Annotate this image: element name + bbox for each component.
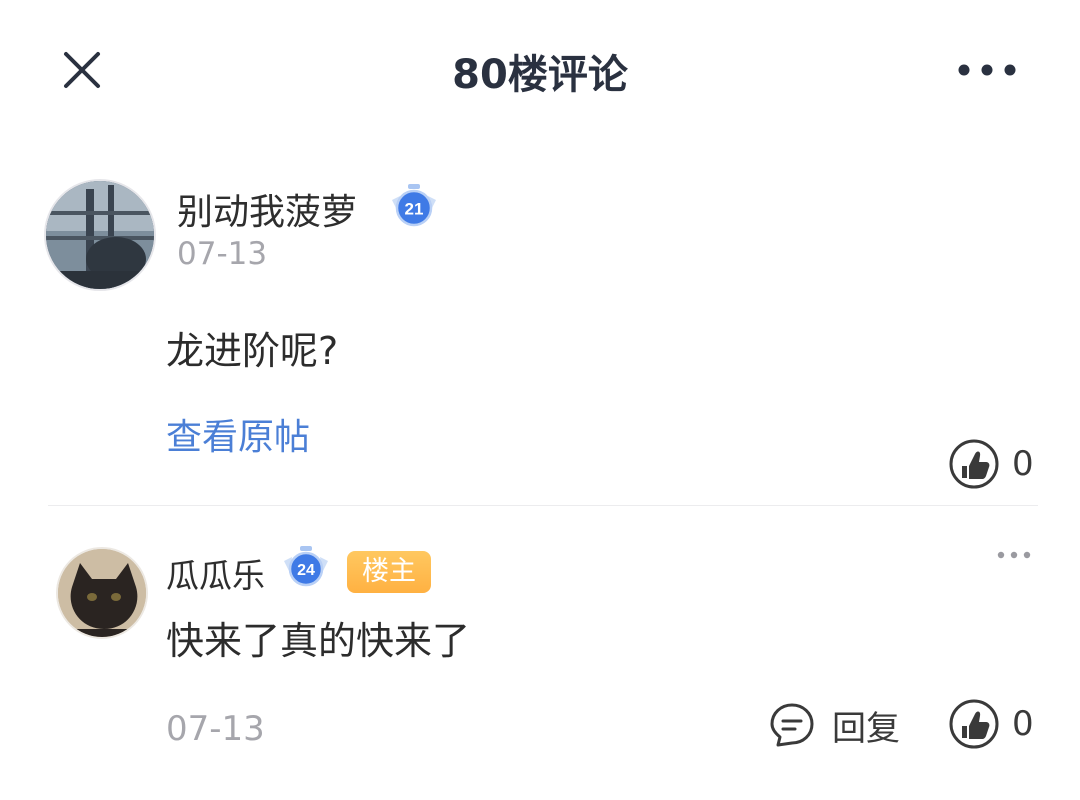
more-horizontal-icon <box>997 551 1031 559</box>
like-count: 0 <box>1012 704 1034 744</box>
comment-icon <box>770 703 814 747</box>
thumbs-up-icon <box>949 439 999 489</box>
timestamp: 07-13 <box>166 709 265 749</box>
header: 80楼评论 <box>0 20 1080 116</box>
reply-label: 回复 <box>832 708 900 749</box>
level-badge: 21 <box>386 182 442 232</box>
more-horizontal-icon <box>958 64 1016 76</box>
reply-button[interactable]: 回复 <box>768 700 900 750</box>
more-options-button[interactable] <box>950 48 1024 92</box>
like-button[interactable]: 0 <box>948 698 1034 750</box>
divider <box>48 505 1038 506</box>
avatar-image <box>46 181 154 289</box>
level-badge: 24 <box>279 544 333 592</box>
level-number: 24 <box>297 562 315 579</box>
close-button[interactable] <box>56 44 108 96</box>
avatar-image <box>58 549 146 637</box>
page-title: 80楼评论 <box>452 52 628 98</box>
like-count: 0 <box>1012 444 1034 484</box>
reply-more-button[interactable] <box>992 540 1036 570</box>
reply-content: 快来了真的快来了 <box>166 619 471 663</box>
username[interactable]: 别动我菠萝 <box>177 183 357 235</box>
level-number: 21 <box>405 200 424 219</box>
avatar[interactable] <box>56 547 148 639</box>
comment-content: 龙进阶呢? <box>166 329 339 373</box>
view-original-link[interactable]: 查看原帖 <box>166 408 310 460</box>
username[interactable]: 瓜瓜乐 <box>166 549 265 597</box>
close-icon <box>64 52 100 88</box>
op-badge: 楼主 <box>347 551 431 593</box>
comment-sheet: 80楼评论 别动我菠萝 21 07-13 龙进阶呢? 查看原帖 0 瓜瓜乐 24… <box>0 0 1080 800</box>
thumbs-up-icon <box>949 699 999 749</box>
like-button[interactable]: 0 <box>948 438 1034 490</box>
avatar[interactable] <box>44 179 156 291</box>
timestamp: 07-13 <box>177 236 268 272</box>
